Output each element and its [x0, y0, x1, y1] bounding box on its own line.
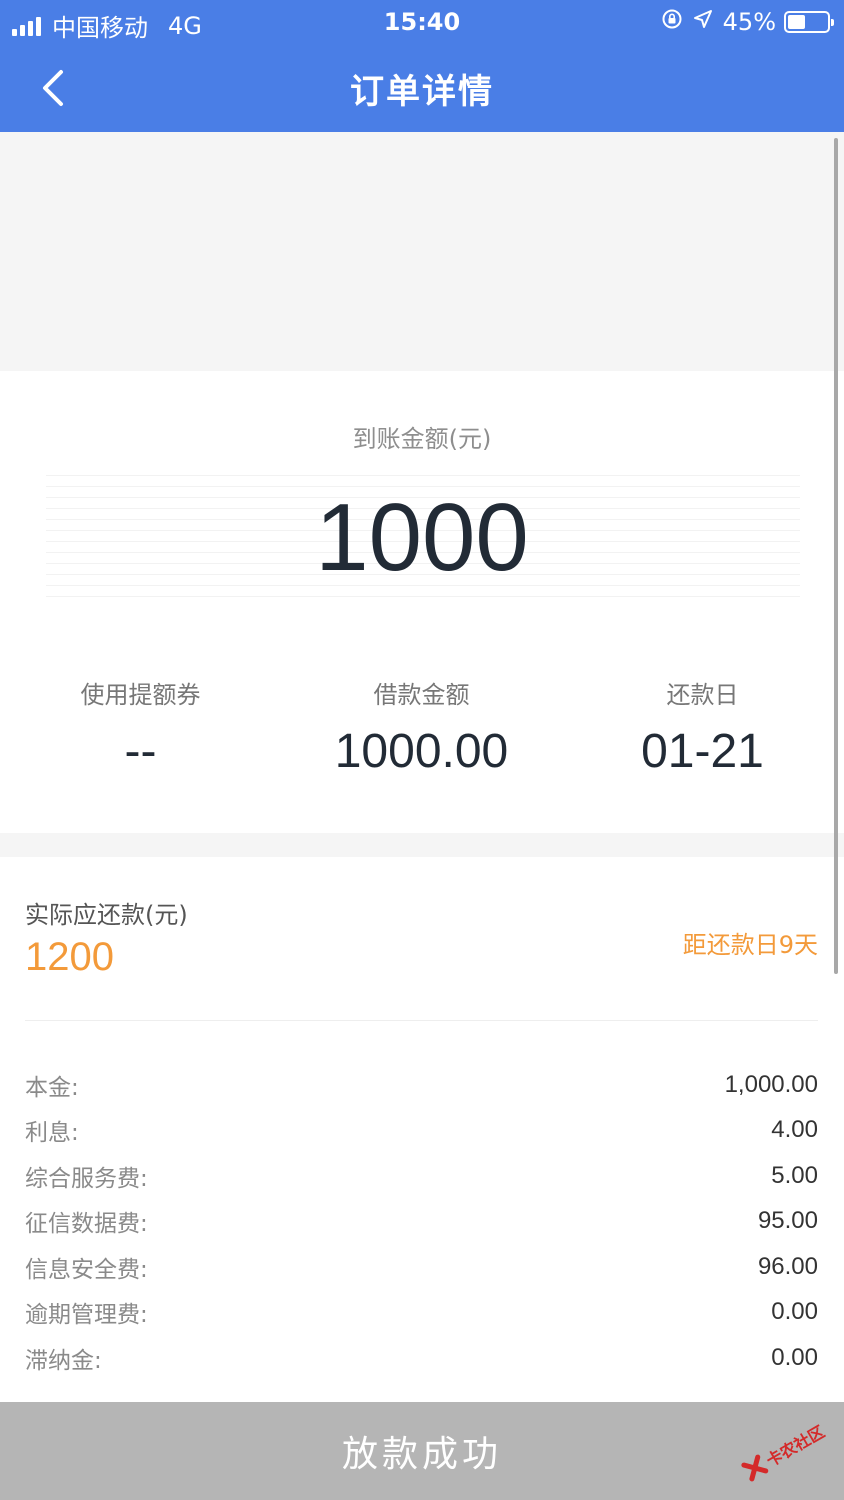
stat-loan-amount-value: 1000.00 [334, 725, 509, 778]
battery-fill [788, 15, 806, 29]
stat-loan-amount: 借款金额 1000.00 [281, 675, 562, 779]
arrival-card: 到账金额(元) 1000 使用提额券 -- 借款金额 1000.00 还款日 0… [0, 371, 844, 833]
banner-placeholder [0, 132, 844, 371]
fee-label: 滞纳金: [25, 1347, 102, 1374]
chevron-left-icon [43, 70, 63, 106]
fee-value: 96.00 [757, 1252, 818, 1280]
stat-repay-date-label: 还款日 [666, 681, 739, 709]
arrival-amount-value: 1000 [315, 484, 529, 591]
stat-coupon-value: -- [124, 725, 157, 778]
repayment-amount: 1200 [25, 935, 114, 979]
stat-loan-amount-label: 借款金额 [373, 681, 470, 709]
status-bar: 中国移动 4G 15:40 45% [0, 0, 844, 44]
fee-label: 信息安全费: [25, 1256, 148, 1283]
fee-value: 0.00 [771, 1298, 818, 1326]
app-header: 中国移动 4G 15:40 45% 订单详情 [0, 0, 844, 132]
stat-repay-date: 还款日 01-21 [562, 675, 843, 779]
fee-row-overdue-mgmt: 逾期管理费: 0.00 [25, 1290, 818, 1336]
fee-row-service: 综合服务费: 5.00 [25, 1153, 818, 1199]
rotation-lock-icon [661, 8, 683, 36]
fee-row-credit-data: 征信数据费: 95.00 [25, 1199, 818, 1245]
repayment-countdown: 距还款日9天 [682, 931, 818, 959]
location-arrow-icon [693, 9, 713, 35]
fee-value: 0.00 [771, 1343, 818, 1371]
fee-row-late-fee: 滞纳金: 0.00 [25, 1335, 818, 1381]
watermark-text: 卡农社区 [762, 1422, 828, 1471]
fee-label: 逾期管理费: [25, 1302, 148, 1329]
divider [25, 1020, 818, 1021]
stat-coupon: 使用提额券 -- [0, 675, 281, 779]
fee-row-interest: 利息: 4.00 [25, 1108, 818, 1154]
battery-percent: 45% [722, 8, 776, 36]
stat-coupon-label: 使用提额券 [80, 681, 201, 709]
fee-label: 利息: [25, 1120, 79, 1147]
page-title: 订单详情 [350, 72, 494, 112]
fee-value: 95.00 [757, 1207, 818, 1235]
fee-row-principal: 本金: 1,000.00 [25, 1062, 818, 1108]
fee-label: 综合服务费: [25, 1165, 148, 1192]
battery-icon [784, 11, 834, 33]
repayment-label: 实际应还款(元) [25, 901, 188, 929]
stat-repay-date-value: 01-21 [641, 725, 764, 778]
scrollbar[interactable] [834, 138, 838, 974]
fee-label: 本金: [25, 1074, 79, 1101]
arrival-amount-label: 到账金额(元) [352, 425, 492, 453]
fee-row-info-security: 信息安全费: 96.00 [25, 1244, 818, 1290]
nav-bar: 订单详情 [0, 44, 844, 132]
repayment-card: 实际应还款(元) 1200 距还款日9天 本金: 1,000.00 利息: 4.… [0, 857, 844, 1402]
fee-list: 本金: 1,000.00 利息: 4.00 综合服务费: 5.00 征信数据费:… [25, 1062, 818, 1381]
fee-value: 4.00 [771, 1116, 818, 1144]
fee-value: 5.00 [771, 1161, 818, 1189]
fee-label: 征信数据费: [25, 1211, 148, 1238]
loan-success-button[interactable]: 放款成功 [0, 1402, 844, 1500]
back-button[interactable] [28, 62, 80, 114]
fee-value: 1,000.00 [724, 1070, 818, 1098]
status-right: 45% [661, 8, 834, 36]
